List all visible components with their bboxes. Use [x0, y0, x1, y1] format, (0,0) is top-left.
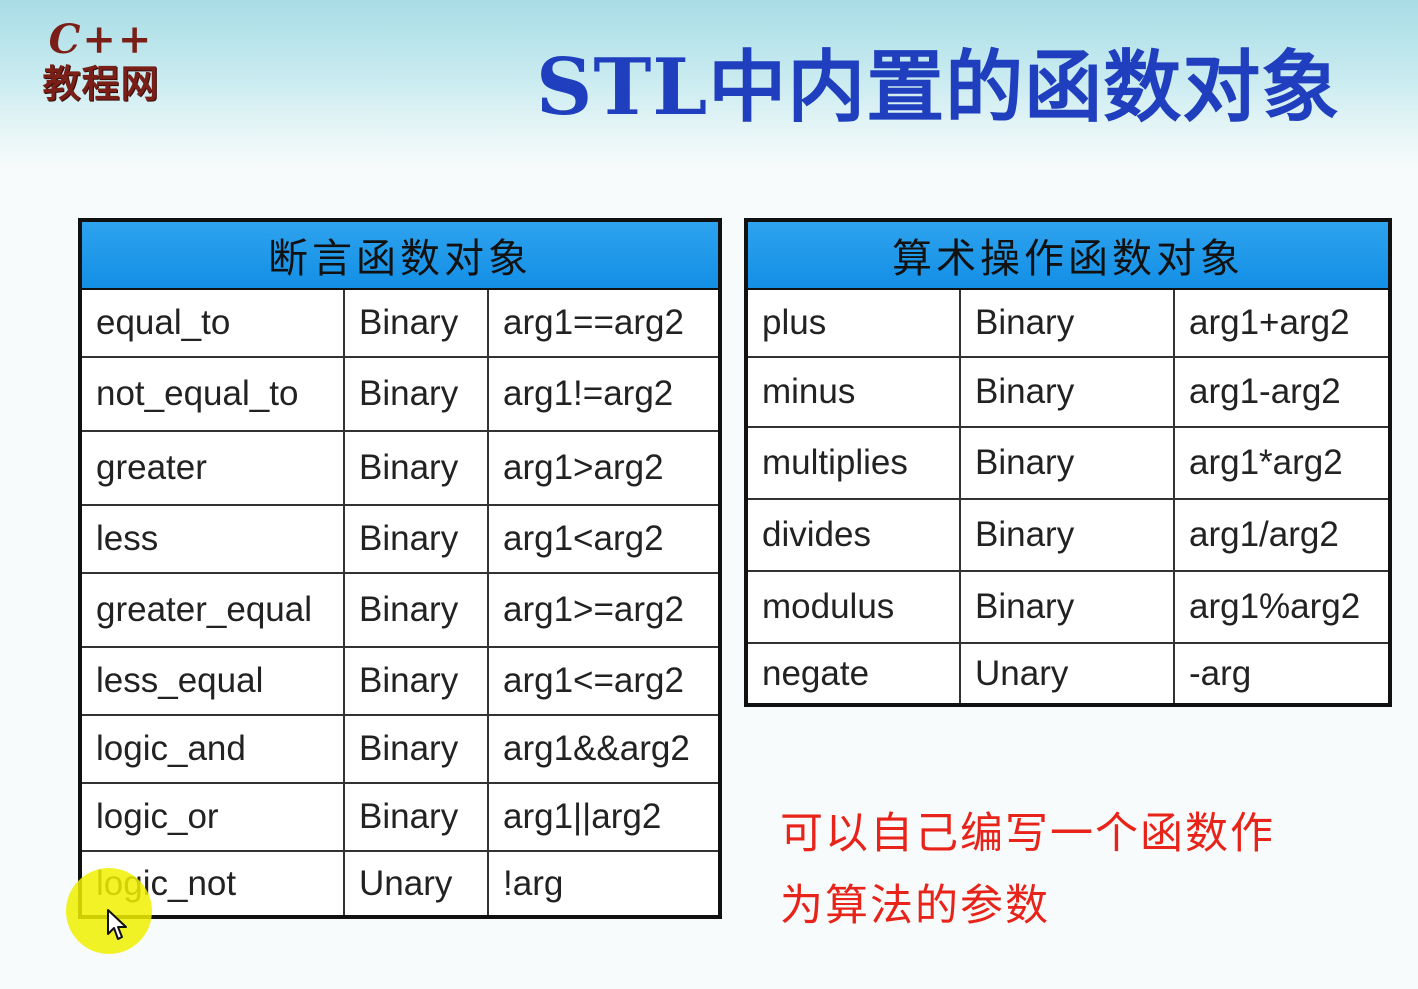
note-text: 可以自己编写一个函数作 为算法的参数 [780, 798, 1340, 942]
table-row: greater_equal Binary arg1>=arg2 [79, 572, 722, 648]
expression-cell: arg1<=arg2 [486, 646, 722, 716]
table-row: equal_to Binary arg1==arg2 [79, 288, 722, 358]
arity-cell: Unary [343, 850, 489, 918]
function-name-cell: logic_and [79, 714, 345, 784]
arithmetic-function-objects-table: 算术操作函数对象 plus Binary arg1+arg2 minus Binary a… [744, 218, 1393, 707]
function-name-cell: less_equal [79, 646, 345, 716]
expression-cell: arg1+arg2 [1172, 288, 1392, 358]
function-name-cell: logic_or [79, 782, 345, 852]
expression-cell: arg1!=arg2 [486, 356, 722, 432]
arity-cell: Binary [343, 288, 489, 358]
predicate-function-objects-table: 断言函数对象 equal_to Binary arg1==arg2 not_equal… [78, 218, 723, 919]
mouse-pointer-icon [107, 909, 127, 940]
arity-cell: Binary [959, 356, 1175, 428]
table-row: logic_not Unary !arg [79, 850, 722, 918]
table-row: less_equal Binary arg1<=arg2 [79, 646, 722, 716]
table-row: plus Binary arg1+arg2 [745, 288, 1392, 358]
expression-cell: arg1*arg2 [1172, 426, 1392, 500]
table-body: plus Binary arg1+arg2 minus Binary arg1-arg2 m… [745, 288, 1392, 706]
table-row: less Binary arg1<arg2 [79, 504, 722, 574]
logo-line-2: 教程网 [42, 62, 160, 106]
arity-cell: Binary [959, 570, 1175, 644]
expression-cell: arg1==arg2 [486, 288, 722, 358]
table-row: logic_and Binary arg1&&arg2 [79, 714, 722, 784]
logo: C++ 教程网 [26, 18, 176, 118]
table-row: minus Binary arg1-arg2 [745, 356, 1392, 428]
table-row: divides Binary arg1/arg2 [745, 498, 1392, 572]
function-name-cell: minus [745, 356, 961, 428]
note-line-1: 可以自己编写一个函数作 [780, 809, 1275, 859]
function-name-cell: greater_equal [79, 572, 345, 648]
arity-cell: Unary [959, 642, 1175, 706]
arity-cell: Binary [959, 498, 1175, 572]
arity-cell: Binary [343, 714, 489, 784]
function-name-cell: equal_to [79, 288, 345, 358]
table-body: equal_to Binary arg1==arg2 not_equal_to Bina… [79, 288, 722, 918]
page-title: STL中内置的函数对象 [536, 42, 1341, 133]
arity-cell: Binary [959, 426, 1175, 500]
expression-cell: !arg [486, 850, 722, 918]
expression-cell: arg1&&arg2 [486, 714, 722, 784]
function-name-cell: greater [79, 430, 345, 506]
function-name-cell: less [79, 504, 345, 574]
arity-cell: Binary [343, 572, 489, 648]
table-title: 断言函数对象 [80, 220, 721, 290]
expression-cell: arg1%arg2 [1172, 570, 1392, 644]
table-row: logic_or Binary arg1||arg2 [79, 782, 722, 852]
table-title: 算术操作函数对象 [746, 220, 1391, 290]
table-row: greater Binary arg1>arg2 [79, 430, 722, 506]
arity-cell: Binary [343, 356, 489, 432]
table-row: negate Unary -arg [745, 642, 1392, 706]
logo-line-1: C++ [48, 16, 154, 63]
function-name-cell: negate [745, 642, 961, 706]
note-line-2: 为算法的参数 [780, 881, 1050, 931]
function-name-cell: plus [745, 288, 961, 358]
expression-cell: arg1>=arg2 [486, 572, 722, 648]
arity-cell: Binary [343, 646, 489, 716]
arity-cell: Binary [343, 430, 489, 506]
table-row: multiplies Binary arg1*arg2 [745, 426, 1392, 500]
expression-cell: arg1>arg2 [486, 430, 722, 506]
expression-cell: arg1-arg2 [1172, 356, 1392, 428]
arity-cell: Binary [343, 504, 489, 574]
function-name-cell: not_equal_to [79, 356, 345, 432]
expression-cell: -arg [1172, 642, 1392, 706]
arity-cell: Binary [959, 288, 1175, 358]
arity-cell: Binary [343, 782, 489, 852]
expression-cell: arg1<arg2 [486, 504, 722, 574]
function-name-cell: divides [745, 498, 961, 572]
table-row: modulus Binary arg1%arg2 [745, 570, 1392, 644]
expression-cell: arg1||arg2 [486, 782, 722, 852]
table-row: not_equal_to Binary arg1!=arg2 [79, 356, 722, 432]
expression-cell: arg1/arg2 [1172, 498, 1392, 572]
function-name-cell: multiplies [745, 426, 961, 500]
function-name-cell: modulus [745, 570, 961, 644]
